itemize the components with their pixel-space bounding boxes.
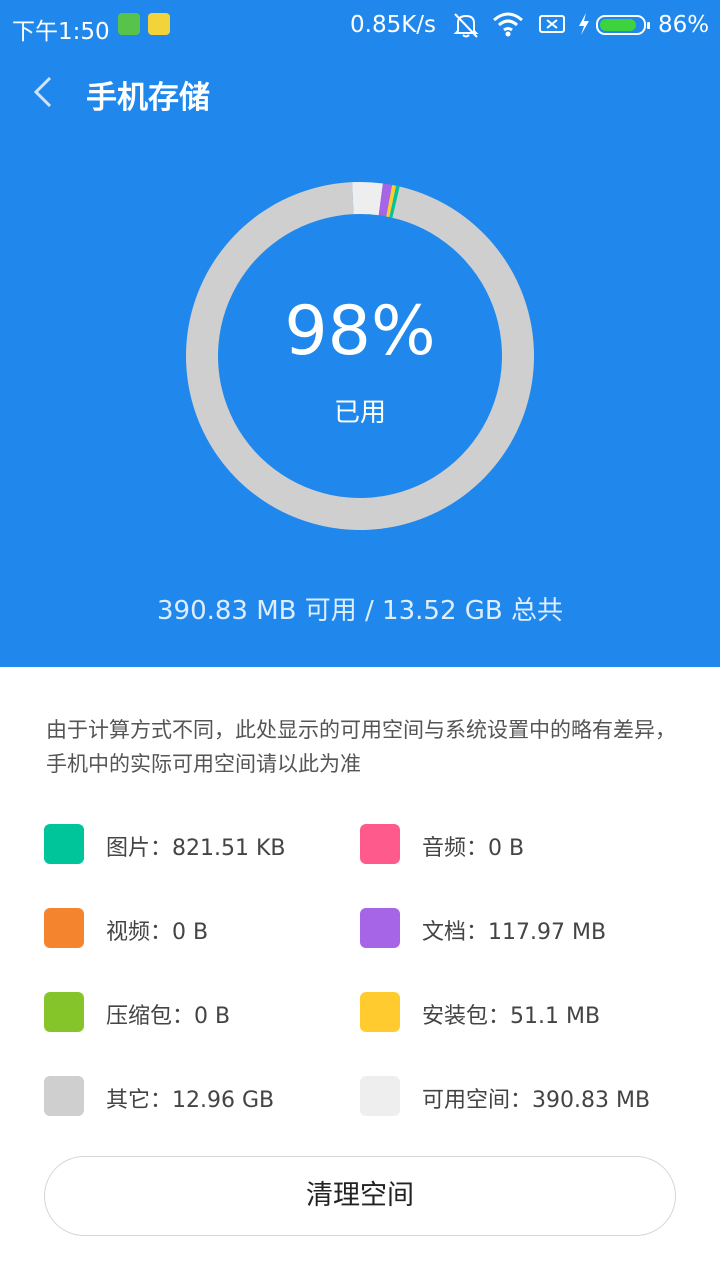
swatch (360, 1076, 400, 1116)
notice-text: 由于计算方式不同，此处显示的可用空间与系统设置中的略有差异，手机中的实际可用空间… (46, 718, 676, 776)
app-icon (148, 13, 170, 35)
donut-slice (352, 182, 383, 216)
legend-item-other: 其它：12.96 GB (44, 1076, 364, 1116)
legend-item-images: 图片：821.51 KB (44, 824, 364, 864)
legend-item-packages: 安装包：51.1 MB (360, 992, 680, 1032)
swatch (360, 908, 400, 948)
legend-label: 可用空间：390.83 MB (422, 1088, 651, 1113)
swatch (360, 824, 400, 864)
legend-label: 音频：0 B (422, 836, 525, 861)
page-title: 手机存储 (86, 80, 210, 116)
swatch (44, 908, 84, 948)
sim-off-icon (539, 15, 565, 33)
legend-item-archives: 压缩包：0 B (44, 992, 364, 1032)
chevron-left-icon[interactable] (30, 74, 60, 110)
legend-label: 安装包：51.1 MB (422, 1004, 601, 1029)
clean-space-button[interactable]: 清理空间 (44, 1156, 676, 1236)
network-speed: 0.85K/s (350, 12, 437, 38)
charging-icon (579, 13, 589, 35)
legend-item-video: 视频：0 B (44, 908, 364, 948)
status-bar: 下午1:50 0.85K/s 86% (0, 0, 720, 52)
storage-header-panel: 下午1:50 0.85K/s 86% 手机存储 98% 已用 390.83 MB… (0, 0, 720, 667)
legend-label: 其它：12.96 GB (106, 1088, 275, 1113)
swatch (44, 824, 84, 864)
used-label: 已用 (333, 398, 386, 428)
battery-percent: 86% (658, 12, 710, 38)
legend-label: 视频：0 B (106, 920, 209, 945)
swatch (44, 1076, 84, 1116)
legend-label: 图片：821.51 KB (106, 836, 286, 861)
legend-item-audio: 音频：0 B (360, 824, 680, 864)
swatch (44, 992, 84, 1032)
legend-label: 文档：117.97 MB (422, 920, 607, 945)
storage-summary: 390.83 MB 可用 / 13.52 GB 总共 (156, 596, 563, 626)
swatch (360, 992, 400, 1032)
used-percent: 98% (284, 292, 436, 371)
legend-item-free-space: 可用空间：390.83 MB (360, 1076, 680, 1116)
legend-label: 压缩包：0 B (106, 1004, 231, 1029)
status-time: 下午1:50 (12, 19, 110, 45)
mute-bell-icon (453, 13, 479, 38)
battery-icon (596, 15, 650, 35)
wifi-icon (493, 12, 523, 37)
legend-item-documents: 文档：117.97 MB (360, 908, 680, 948)
app-icon (118, 13, 140, 35)
